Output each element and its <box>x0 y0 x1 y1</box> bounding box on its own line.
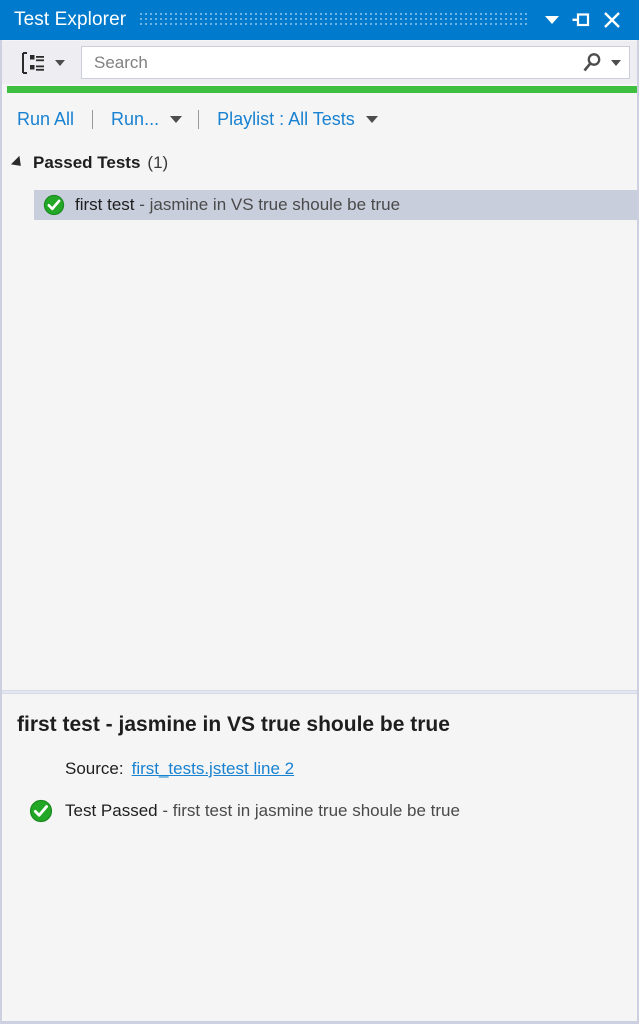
detail-result-text: Test Passed - first test in jasmine true… <box>65 801 460 821</box>
test-detail-panel: first test - jasmine in VS true shoule b… <box>1 695 638 1023</box>
search-input[interactable] <box>94 52 580 73</box>
window-titlebar: Test Explorer <box>0 0 639 40</box>
detail-result-row: Test Passed - first test in jasmine true… <box>17 799 622 823</box>
test-list-item-label: first test - jasmine in VS true shoule b… <box>75 195 400 215</box>
expander-triangle-icon[interactable] <box>10 155 26 171</box>
detail-result-primary: Test Passed <box>65 801 158 820</box>
group-by-icon <box>22 51 44 74</box>
detail-source-label: Source: <box>65 759 124 778</box>
run-all-button[interactable]: Run All <box>15 106 76 133</box>
test-group-count: (1) <box>147 153 169 172</box>
test-group-name: Passed Tests <box>33 153 141 172</box>
separator <box>92 109 94 129</box>
detail-source-link[interactable]: first_tests.jstest line 2 <box>132 759 295 778</box>
panel-splitter[interactable] <box>1 690 638 694</box>
detail-result-secondary: - first test in jasmine true shoule be t… <box>157 801 460 820</box>
panel-border-left <box>0 40 2 1024</box>
test-name-primary: first test <box>75 195 135 214</box>
pin-icon <box>572 13 590 27</box>
close-icon <box>604 12 620 28</box>
search-icon[interactable] <box>580 51 604 75</box>
group-by-button[interactable] <box>15 48 69 78</box>
window-title: Test Explorer <box>14 9 127 30</box>
detail-title: first test - jasmine in VS true shoule b… <box>17 713 450 736</box>
run-button-label: Run... <box>111 108 160 129</box>
command-bar: Run All Run... Playlist : All Tests <box>1 96 638 142</box>
chevron-down-icon <box>365 115 378 123</box>
passed-check-icon <box>29 799 53 823</box>
test-explorer-panel: Test Explorer Search Run All Run... Play… <box>0 0 639 1024</box>
search-toolbar <box>1 41 638 84</box>
auto-hide-pin-button[interactable] <box>567 5 597 35</box>
separator <box>198 109 200 129</box>
search-box[interactable] <box>81 46 630 79</box>
passed-check-icon <box>43 194 65 216</box>
chevron-down-icon <box>545 16 559 24</box>
test-group-header-passed[interactable]: Passed Tests (1) <box>1 148 638 178</box>
window-options-button[interactable] <box>537 5 567 35</box>
detail-source-row: Source: first_tests.jstest line 2 <box>17 759 622 779</box>
close-button[interactable] <box>597 5 627 35</box>
drag-handle-dots <box>140 13 527 27</box>
playlist-dropdown-button[interactable]: Playlist : All Tests <box>215 106 378 133</box>
test-list-item[interactable]: first test - jasmine in VS true shoule b… <box>34 190 638 220</box>
test-list[interactable]: Passed Tests (1) first test - jasmine in… <box>1 148 638 690</box>
run-dropdown-button[interactable]: Run... <box>109 106 183 133</box>
test-run-progress-bar <box>7 86 638 93</box>
test-name-secondary: - jasmine in VS true shoule be true <box>134 195 401 214</box>
playlist-button-label: Playlist : All Tests <box>217 108 355 129</box>
chevron-down-icon <box>170 115 183 123</box>
search-options-chevron-down-icon[interactable] <box>611 59 621 66</box>
chevron-down-icon <box>55 59 65 66</box>
